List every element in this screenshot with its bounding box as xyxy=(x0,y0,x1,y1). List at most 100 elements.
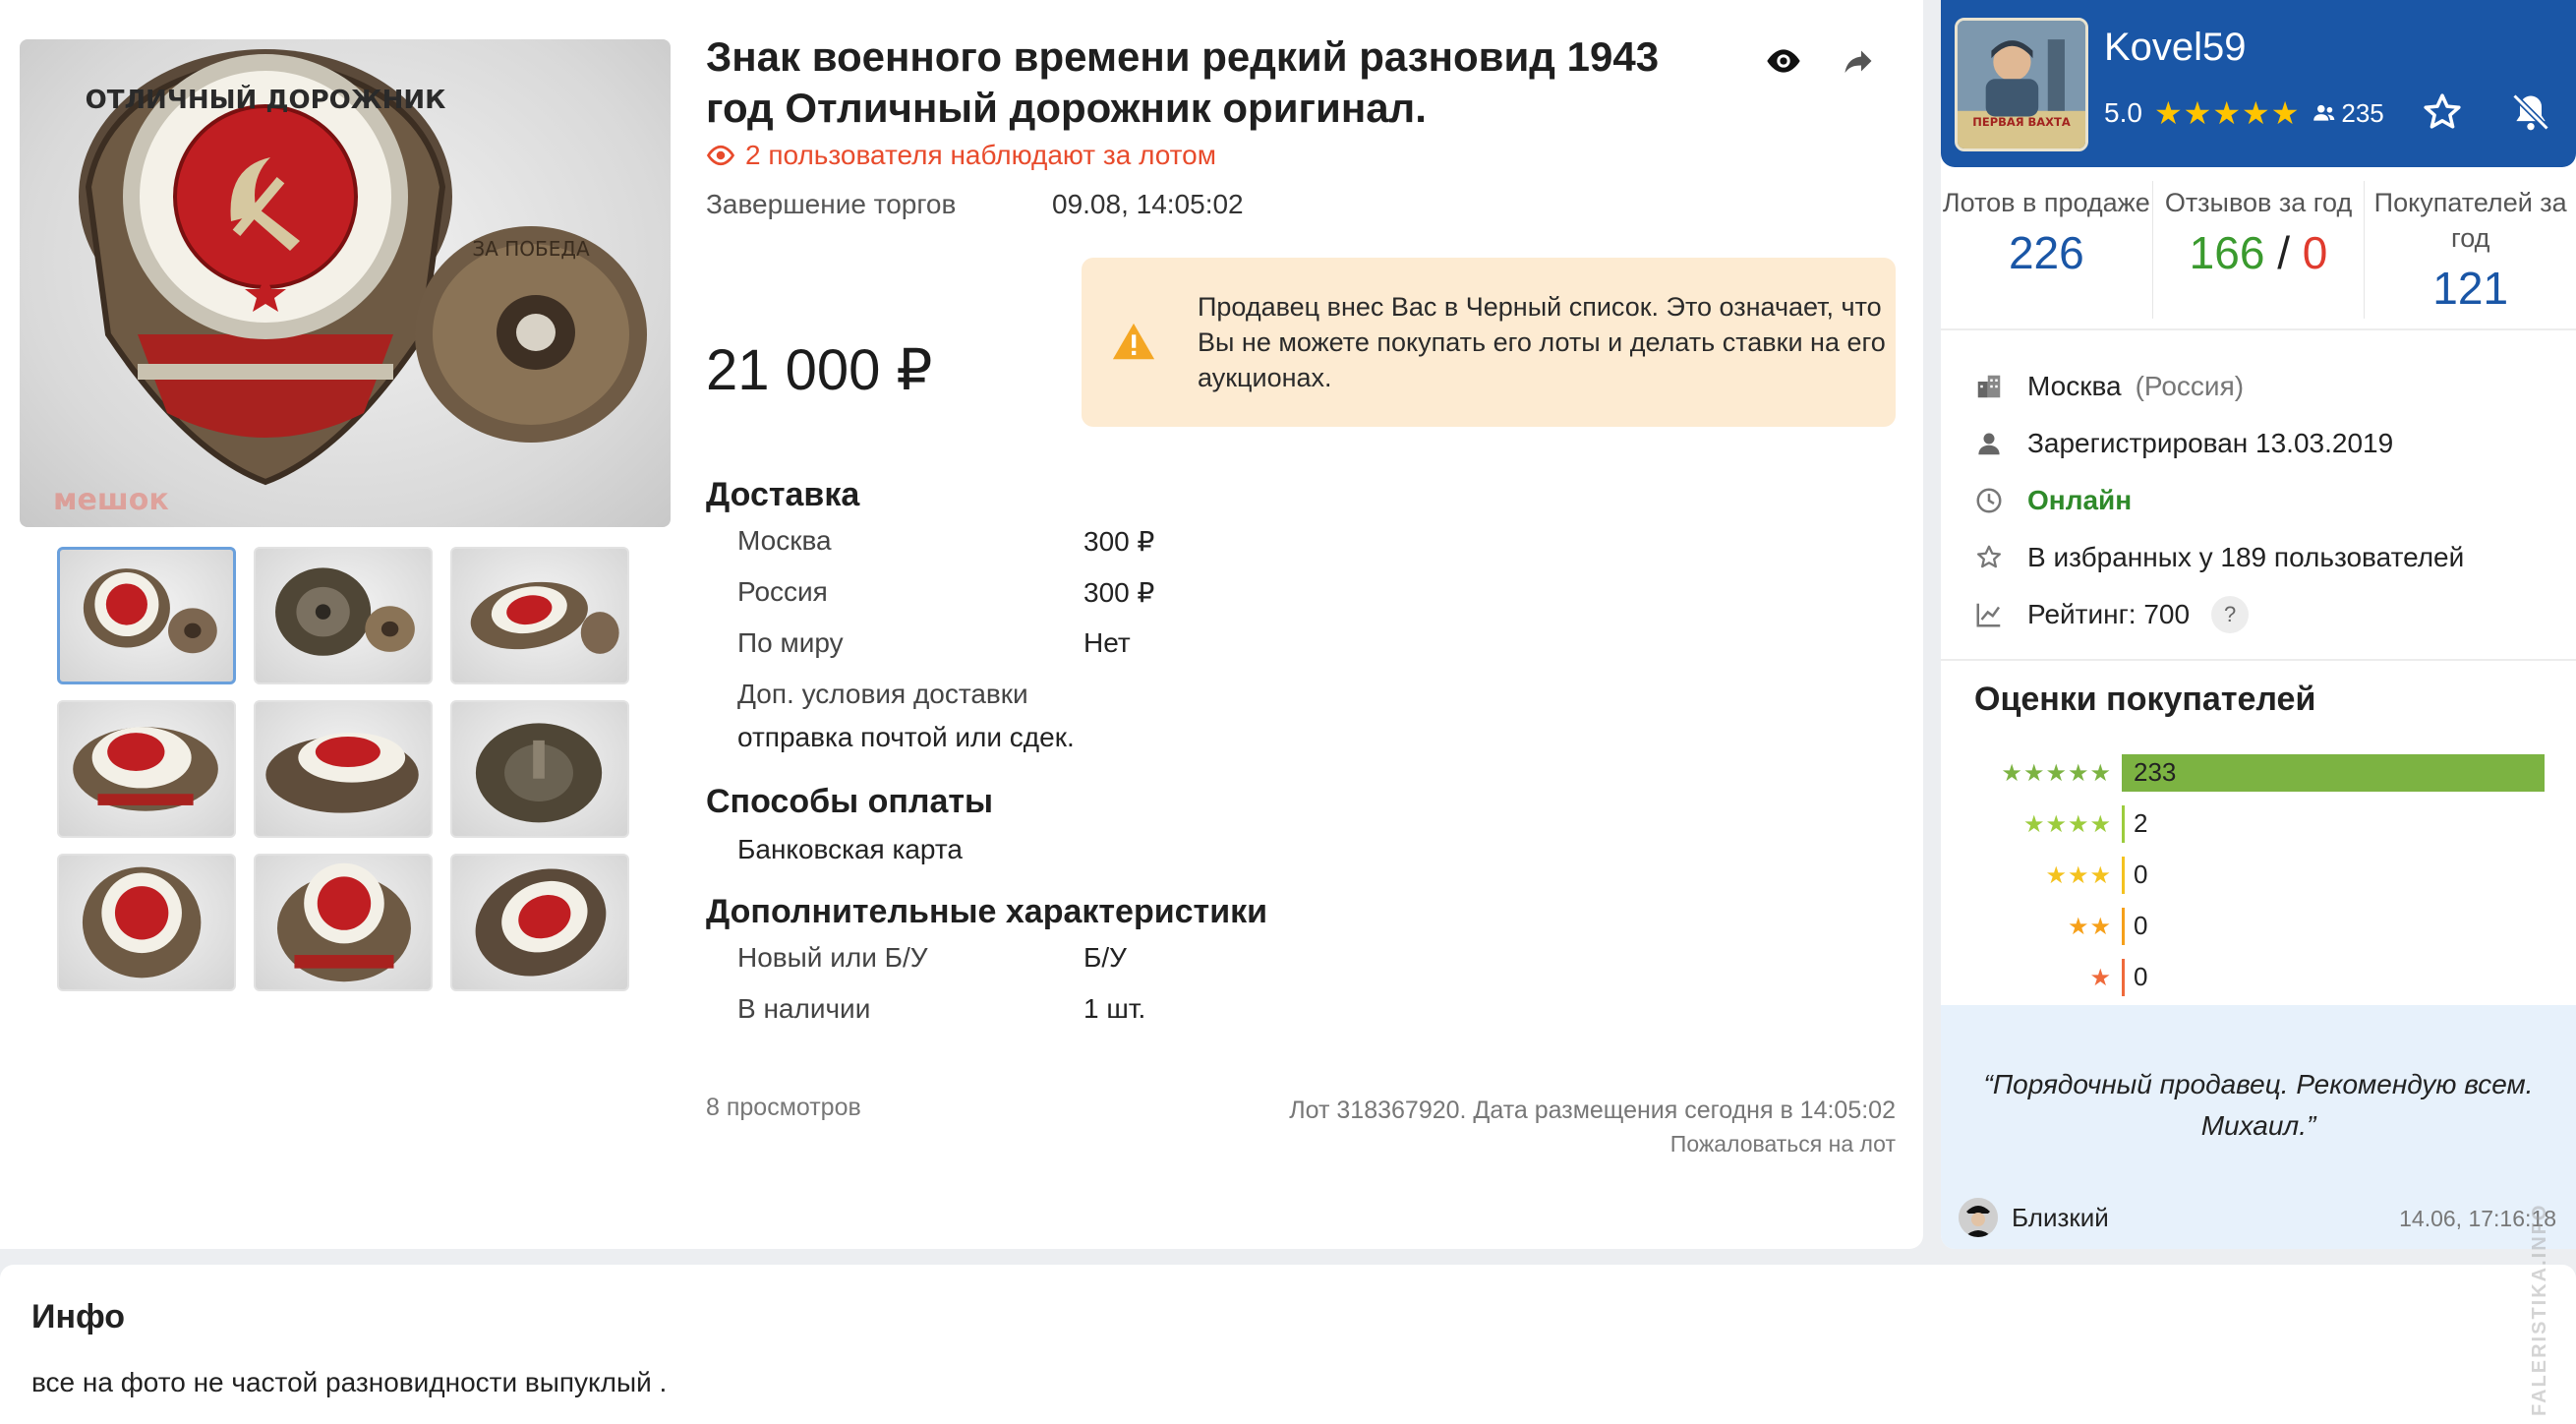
seller-location: Москва (Россия) xyxy=(1974,358,2464,415)
divider xyxy=(1941,328,2576,330)
auction-end-value: 09.08, 14:05:02 xyxy=(1052,189,1244,219)
stat-buyers[interactable]: Покупателей за год 121 xyxy=(2365,181,2576,319)
delivery-label: Москва xyxy=(737,525,832,556)
svg-text:ЗА ПОБЕДА: ЗА ПОБЕДА xyxy=(472,237,590,261)
stat-reviews[interactable]: Отзывов за год 166 / 0 xyxy=(2153,181,2366,319)
delivery-value: 300 ₽ xyxy=(1083,526,1155,557)
delivery-extra-value: отправка почтой или сдек. xyxy=(737,722,1075,752)
delivery-title: Доставка xyxy=(706,476,860,513)
svg-text:ОТЛИЧНЫЙ ДОРОЖНИК: ОТЛИЧНЫЙ ДОРОЖНИК xyxy=(86,84,446,115)
share-icon[interactable] xyxy=(1839,41,1878,81)
rating-row-3: ★★★ 0 xyxy=(1974,850,2545,901)
avatar-image: ПЕРВАЯ ВАХТА xyxy=(1958,21,2085,148)
thumbnail-grid xyxy=(57,547,629,991)
lot-card: ОТЛИЧНЫЙ ДОРОЖНИК ЗА ПОБЕДА мешок Знак в… xyxy=(0,0,1923,1249)
auction-end-label: Завершение торгов xyxy=(706,189,957,219)
user-icon xyxy=(1978,433,2000,455)
delivery-label: По миру xyxy=(737,627,844,658)
thumbnail-2[interactable] xyxy=(254,547,433,684)
photo-watermark: мешок xyxy=(53,483,169,517)
lot-title: Знак военного времени редкий разновид 19… xyxy=(706,33,1660,131)
characteristics-title: Дополнительные характеристики xyxy=(706,893,1268,930)
rating-count: 0 xyxy=(2134,860,2148,889)
delivery-row: Россия 300 ₽ xyxy=(737,576,1154,609)
star-outline-icon xyxy=(1977,545,2001,568)
rating-points-text: Рейтинг: 700 xyxy=(2027,599,2191,629)
rating-stars: ★★★ xyxy=(2045,861,2112,889)
seller-stats: Лотов в продаже 226 Отзывов за год 166 /… xyxy=(1941,181,2576,319)
rating-bar-track: 0 xyxy=(2122,908,2545,945)
stat-reviews-value: 166 / 0 xyxy=(2153,226,2365,279)
views-count: 8 просмотров xyxy=(706,1094,861,1121)
blacklist-message: Продавец внес Вас в Черный список. Это о… xyxy=(1198,292,1886,392)
followers-count: 235 xyxy=(2341,97,2384,128)
thumbnail-7[interactable] xyxy=(57,854,236,991)
review-text: “Порядочный продавец. Рекомендую всем. М… xyxy=(1961,1064,2556,1147)
delivery-label: Россия xyxy=(737,576,828,607)
delivery-row: По миру Нет xyxy=(737,627,1131,659)
chart-line-icon xyxy=(1976,603,2001,627)
characteristic-value: Б/У xyxy=(1083,942,1127,973)
rating-bar-track: 233 xyxy=(2122,754,2545,792)
rating-count: 0 xyxy=(2134,962,2148,991)
review-body: Порядочный продавец. Рекомендую всем. Ми… xyxy=(1992,1069,2534,1141)
rating-bar-track: 0 xyxy=(2122,959,2545,996)
delivery-value: Нет xyxy=(1083,627,1131,658)
seller-followers: 235 xyxy=(2312,97,2384,129)
main-photo[interactable]: ОТЛИЧНЫЙ ДОРОЖНИК ЗА ПОБЕДА мешок xyxy=(20,39,671,527)
eye-icon xyxy=(706,145,735,166)
seller-rating-points: Рейтинг: 700 ? xyxy=(1974,586,2464,643)
seller-name[interactable]: Kovel59 xyxy=(2104,26,2247,70)
seller-rating: 5.0 ★★★★★ 235 xyxy=(2104,94,2384,132)
thumbnail-image xyxy=(276,862,411,982)
buyer-ratings-list: ★★★★★ 233 ★★★★ 2 ★★★ 0 ★★ 0 ★ 0 xyxy=(1974,747,2545,1003)
delivery-value: 300 ₽ xyxy=(1083,577,1155,608)
thumbnail-9[interactable] xyxy=(450,854,629,991)
reviews-positive: 166 xyxy=(2189,227,2265,278)
bell-off-icon[interactable] xyxy=(2509,90,2552,134)
complain-link[interactable]: Пожаловаться на лот xyxy=(1289,1127,1896,1160)
stat-buyers-label: Покупателей за год xyxy=(2373,188,2567,253)
seller-country: (Россия) xyxy=(2135,371,2245,401)
thumbnail-3[interactable] xyxy=(450,547,629,684)
quote-open-icon: “ xyxy=(1983,1069,1993,1099)
rating-row-5: ★★★★★ 233 xyxy=(1974,747,2545,799)
thumbnail-8[interactable] xyxy=(254,854,433,991)
seller-meta: Москва (Россия) Зарегистрирован 13.03.20… xyxy=(1974,358,2464,643)
stat-lots[interactable]: Лотов в продаже 226 xyxy=(1941,181,2153,319)
seller-avatar[interactable]: ПЕРВАЯ ВАХТА xyxy=(1955,18,2088,151)
watch-eye-icon[interactable] xyxy=(1764,41,1803,81)
thumbnail-image xyxy=(83,568,217,654)
favorite-star-icon[interactable] xyxy=(2421,90,2464,134)
review-card[interactable]: “Порядочный продавец. Рекомендую всем. М… xyxy=(1941,1005,2576,1249)
seller-rating-stars: ★★★★★ xyxy=(2153,95,2301,131)
rating-bar-track: 2 xyxy=(2122,805,2545,843)
help-button[interactable]: ? xyxy=(2211,596,2250,633)
thumbnail-image xyxy=(475,723,603,823)
seller-actions xyxy=(2421,90,2552,134)
characteristic-label: В наличии xyxy=(737,993,871,1024)
review-author[interactable]: Близкий xyxy=(1959,1198,2109,1237)
seller-online-status: Онлайн xyxy=(1974,472,2464,529)
thumbnail-5[interactable] xyxy=(254,700,433,838)
rating-bar xyxy=(2122,908,2125,945)
thumbnail-1[interactable] xyxy=(57,547,236,684)
avatar-caption: ПЕРВАЯ ВАХТА xyxy=(1972,115,2071,129)
price-row: 21 000 ₽ Продавец внес Вас в Черный спис… xyxy=(706,258,1896,435)
building-icon xyxy=(1977,375,2001,398)
rating-bar xyxy=(2122,805,2125,843)
review-author-avatar xyxy=(1959,1198,1998,1237)
reviews-negative: 0 xyxy=(2302,227,2328,278)
seller-panel: ПЕРВАЯ ВАХТА Kovel59 5.0 ★★★★★ 235 Лотов… xyxy=(1941,0,2576,1249)
divider xyxy=(1941,659,2576,661)
watchers-text: 2 пользователя наблюдают за лотом xyxy=(745,140,1217,170)
rating-count: 2 xyxy=(2134,808,2148,838)
thumbnail-4[interactable] xyxy=(57,700,236,838)
thumbnail-image xyxy=(475,868,607,977)
thumbnail-6[interactable] xyxy=(450,700,629,838)
warning-icon xyxy=(1112,323,1155,360)
payment-title: Способы оплаты xyxy=(706,783,994,820)
clock-icon xyxy=(1976,488,2002,513)
seller-registered: Зарегистрирован 13.03.2019 xyxy=(1974,415,2464,472)
auction-end: Завершение торгов 09.08, 14:05:02 xyxy=(706,189,1896,220)
